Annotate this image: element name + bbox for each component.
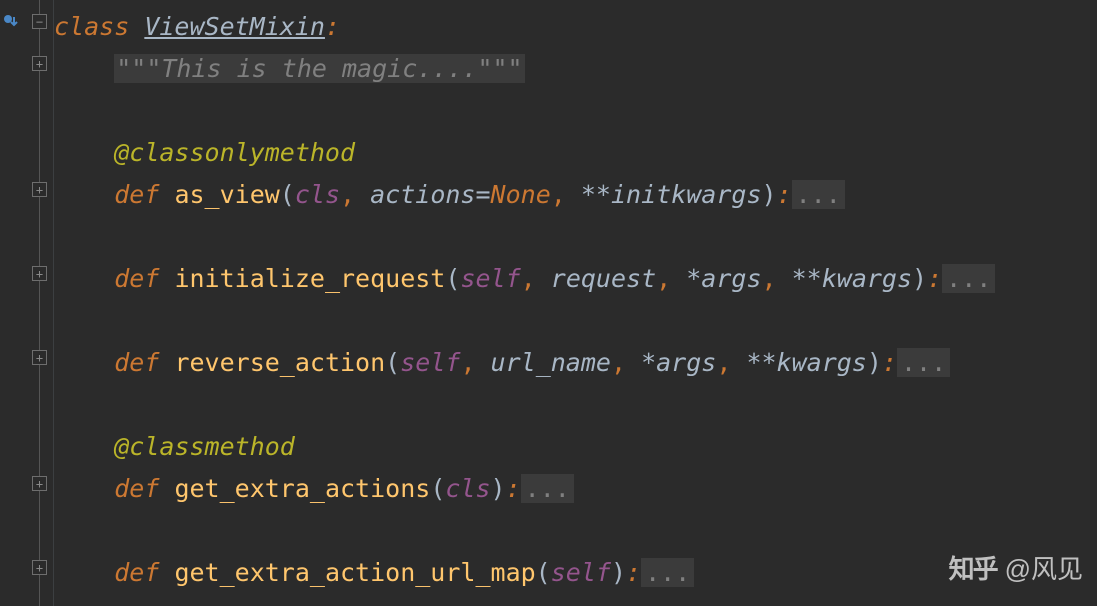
function-name: initialize_request	[174, 264, 445, 293]
param-initkwargs: **initkwargs	[581, 180, 762, 209]
paren-open: (	[280, 180, 295, 209]
comma: ,	[460, 348, 490, 377]
fold-ellipsis[interactable]: ...	[897, 348, 950, 377]
fold-ellipsis[interactable]: ...	[942, 264, 995, 293]
param-args: *args	[686, 264, 761, 293]
comma: ,	[656, 264, 686, 293]
code-line: def get_extra_action_url_map(self):...	[54, 552, 1097, 594]
param-kwargs: **kwargs	[792, 264, 912, 293]
paren-open: (	[430, 474, 445, 503]
code-line: @classonlymethod	[54, 132, 1097, 174]
param-cls: cls	[295, 180, 340, 209]
param-request: request	[551, 264, 656, 293]
code-editor: − + + + + + + class ViewSetMixin: """Thi…	[0, 0, 1097, 606]
param-self: self	[460, 264, 520, 293]
comma: ,	[521, 264, 551, 293]
blank-line	[54, 384, 1097, 426]
fold-toggle-icon[interactable]: +	[32, 182, 47, 197]
paren-close: )	[867, 348, 882, 377]
function-name: get_extra_action_url_map	[174, 558, 535, 587]
watermark-handle: @风见	[1005, 549, 1083, 586]
keyword-def: def	[114, 264, 159, 293]
class-name: ViewSetMixin	[144, 12, 325, 41]
fold-toggle-icon[interactable]: −	[32, 14, 47, 29]
paren-open: (	[536, 558, 551, 587]
param-actions: actions	[370, 180, 475, 209]
paren-close: )	[611, 558, 626, 587]
fold-guide-line	[39, 0, 40, 606]
fold-ellipsis[interactable]: ...	[521, 474, 574, 503]
fold-toggle-icon[interactable]: +	[32, 56, 47, 71]
keyword-def: def	[114, 180, 159, 209]
fold-toggle-icon[interactable]: +	[32, 560, 47, 575]
colon: :	[882, 348, 897, 377]
colon: :	[777, 180, 792, 209]
fold-ellipsis[interactable]: ...	[641, 558, 694, 587]
code-line: def get_extra_actions(cls):...	[54, 468, 1097, 510]
paren-close: )	[912, 264, 927, 293]
keyword-def: def	[114, 558, 159, 587]
fold-toggle-icon[interactable]: +	[32, 266, 47, 281]
param-kwargs: **kwargs	[746, 348, 866, 377]
override-marker-icon[interactable]	[2, 14, 20, 28]
keyword-class: class	[54, 12, 129, 41]
comma: ,	[551, 180, 581, 209]
function-name: reverse_action	[174, 348, 385, 377]
keyword-def: def	[114, 474, 159, 503]
literal-none: None	[491, 180, 551, 209]
watermark: 知乎 @风见	[949, 549, 1083, 586]
blank-line	[54, 216, 1097, 258]
keyword-def: def	[114, 348, 159, 377]
colon: :	[506, 474, 521, 503]
comma: ,	[762, 264, 792, 293]
comma: ,	[340, 180, 370, 209]
decorator: @classonlymethod	[114, 138, 355, 167]
paren-open: (	[385, 348, 400, 377]
colon: :	[626, 558, 641, 587]
comma: ,	[611, 348, 641, 377]
code-area[interactable]: class ViewSetMixin: """This is the magic…	[54, 0, 1097, 606]
decorator: @classmethod	[114, 432, 295, 461]
code-line: """This is the magic...."""	[54, 48, 1097, 90]
blank-line	[54, 90, 1097, 132]
comma: ,	[716, 348, 746, 377]
code-line: @classmethod	[54, 426, 1097, 468]
docstring-folded[interactable]: """This is the magic...."""	[114, 54, 524, 83]
function-name: get_extra_actions	[174, 474, 430, 503]
param-urlname: url_name	[491, 348, 611, 377]
gutter-markers	[0, 0, 28, 606]
paren-close: )	[762, 180, 777, 209]
colon: :	[927, 264, 942, 293]
zhihu-logo-icon: 知乎	[949, 549, 997, 586]
param-cls: cls	[445, 474, 490, 503]
param-self: self	[551, 558, 611, 587]
code-line: def reverse_action(self, url_name, *args…	[54, 342, 1097, 384]
function-name: as_view	[174, 180, 279, 209]
paren-open: (	[445, 264, 460, 293]
code-line: def as_view(cls, actions=None, **initkwa…	[54, 174, 1097, 216]
param-self: self	[400, 348, 460, 377]
blank-line	[54, 510, 1097, 552]
paren-close: )	[491, 474, 506, 503]
equals: =	[475, 180, 490, 209]
param-args: *args	[641, 348, 716, 377]
colon: :	[325, 12, 340, 41]
fold-toggle-icon[interactable]: +	[32, 476, 47, 491]
code-line: class ViewSetMixin:	[54, 6, 1097, 48]
blank-line	[54, 300, 1097, 342]
fold-gutter: − + + + + + +	[28, 0, 54, 606]
fold-toggle-icon[interactable]: +	[32, 350, 47, 365]
code-line: def initialize_request(self, request, *a…	[54, 258, 1097, 300]
fold-ellipsis[interactable]: ...	[792, 180, 845, 209]
